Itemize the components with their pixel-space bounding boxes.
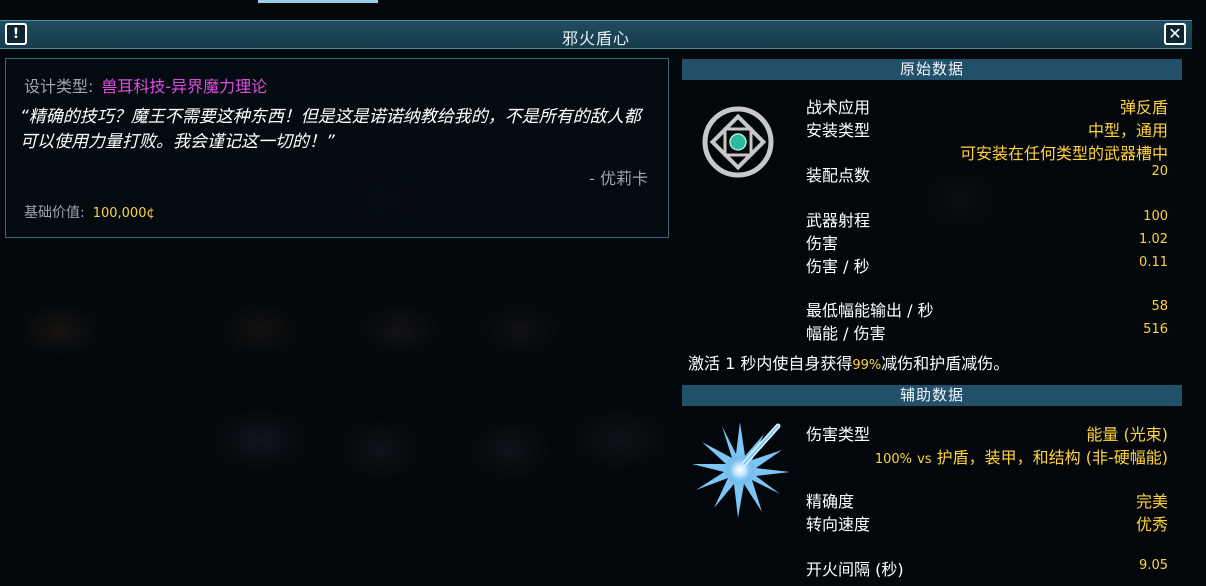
mount-label: 安装类型 — [806, 121, 871, 140]
range-row: 武器射程 100 — [806, 207, 1168, 230]
shield-emblem-icon — [698, 102, 778, 182]
dps-label: 伤害 / 秒 — [806, 257, 870, 276]
damage-targets: 护盾，装甲，和结构 (非-硬幅能) — [936, 448, 1168, 467]
title-bar: ! 邪火盾心 ✕ — [0, 20, 1192, 49]
flux-min-row: 最低幅能输出 / 秒 58 — [806, 297, 1168, 320]
secondary-data-header: 辅助数据 — [682, 385, 1182, 406]
damage-row: 伤害 1.02 — [806, 230, 1168, 253]
base-value: 100,000¢ — [92, 206, 155, 221]
window-title: 邪火盾心 — [561, 29, 630, 48]
damage-value: 1.02 — [1139, 232, 1168, 247]
accuracy-value: 完美 — [1135, 492, 1168, 511]
turn-rate-row: 转向速度 优秀 — [806, 511, 1168, 534]
range-label: 武器射程 — [806, 211, 871, 230]
damage-type-row: 伤害类型 能量 (光束) — [806, 421, 1168, 444]
top-indicator-strip — [258, 0, 378, 3]
energy-burst-icon — [692, 420, 792, 518]
turn-rate-value: 优秀 — [1135, 515, 1168, 534]
damage-vs: vs — [917, 452, 932, 467]
mount-note: 可安装在任何类型的武器槽中 — [959, 144, 1168, 163]
flavor-quote: “精确的技巧？魔王不需要这种东西！但是这是诺诺纳教给我的，不是所有的敌人都可以使… — [20, 107, 641, 152]
range-value: 100 — [1143, 209, 1168, 224]
design-type-label: 设计类型: — [24, 77, 94, 96]
damage-type-value: 能量 (光束) — [1086, 425, 1168, 444]
base-value-label: 基础价值: — [24, 205, 85, 221]
tactical-value: 弹反盾 — [1119, 98, 1168, 117]
tactical-row: 战术应用 弹反盾 — [806, 94, 1168, 117]
refire-label: 开火间隔 (秒) — [806, 560, 904, 579]
design-type-value: 兽耳科技-异界魔力理论 — [101, 77, 268, 96]
damage-type-label: 伤害类型 — [806, 425, 871, 444]
dps-value: 0.11 — [1139, 255, 1168, 270]
op-row: 装配点数 20 — [806, 162, 1168, 185]
flux-per-damage-row: 幅能 / 伤害 516 — [806, 320, 1168, 343]
activation-suffix: 减伤和护盾减伤。 — [881, 354, 1010, 373]
activation-prefix: 激活 1 秒内使自身获得 — [688, 354, 853, 373]
op-label: 装配点数 — [806, 166, 871, 185]
tactical-label: 战术应用 — [806, 98, 871, 117]
quote-author: - 优莉卡 — [589, 169, 648, 188]
turn-rate-label: 转向速度 — [806, 515, 871, 534]
base-value-row: 基础价值: 100,000¢ — [24, 202, 155, 222]
flux-min-value: 58 — [1151, 299, 1168, 314]
refire-value: 9.05 — [1139, 558, 1168, 573]
close-x-icon[interactable]: ✕ — [1164, 23, 1186, 45]
flux-per-damage-value: 516 — [1143, 322, 1168, 337]
refire-row: 开火间隔 (秒) 9.05 — [806, 556, 1168, 579]
description-panel: 设计类型: 兽耳科技-异界魔力理论 “精确的技巧？魔王不需要这种东西！但是这是诺诺… — [5, 58, 669, 238]
flux-min-label: 最低幅能输出 / 秒 — [806, 301, 934, 320]
mount-row: 安装类型 中型，通用 — [806, 117, 1168, 140]
design-type-row: 设计类型: 兽耳科技-异界魔力理论 — [24, 73, 267, 97]
op-value: 20 — [1151, 164, 1168, 179]
dps-row: 伤害 / 秒 0.11 — [806, 253, 1168, 276]
accuracy-row: 精确度 完美 — [806, 488, 1168, 511]
primary-data-header: 原始数据 — [682, 59, 1182, 80]
activation-effect-text: 激活 1 秒内使自身获得99%减伤和护盾减伤。 — [688, 350, 1009, 374]
damage-effectiveness: 100% vs 护盾，装甲，和结构 (非-硬幅能) — [768, 444, 1168, 468]
activation-percent: 99% — [852, 358, 882, 373]
flux-per-damage-label: 幅能 / 伤害 — [806, 324, 886, 343]
mount-value: 中型，通用 — [1087, 121, 1168, 140]
damage-percent: 100% — [874, 452, 912, 467]
accuracy-label: 精确度 — [806, 492, 855, 511]
damage-label: 伤害 — [806, 234, 839, 253]
